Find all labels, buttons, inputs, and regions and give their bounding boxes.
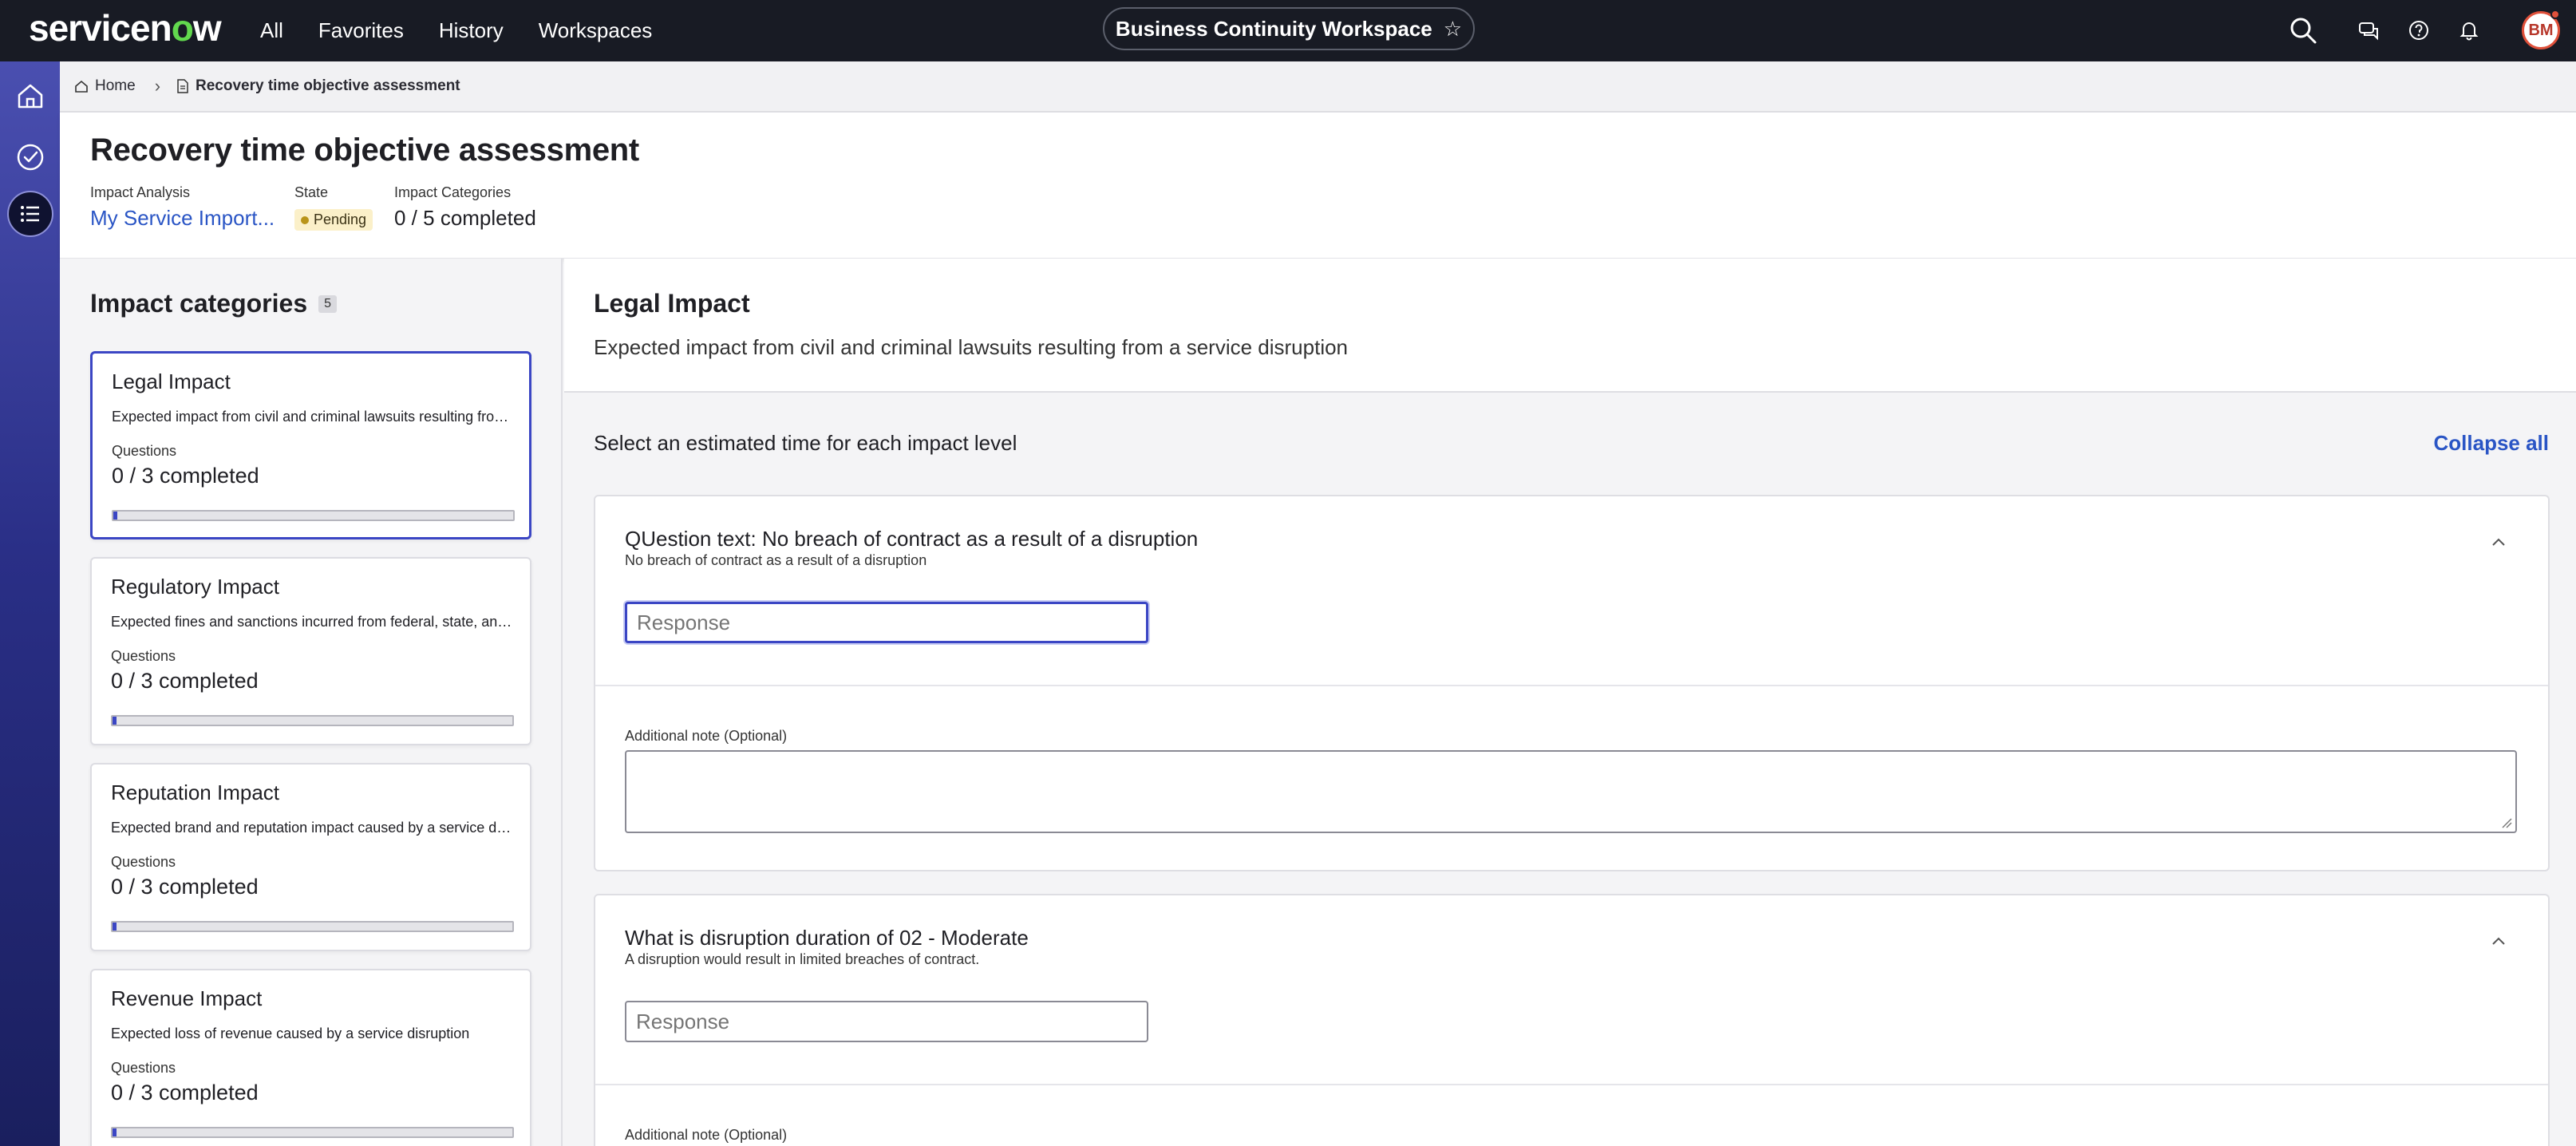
category-desc: Expected loss of revenue caused by a ser… [111,1025,470,1041]
breadcrumb-home[interactable]: Home [74,77,136,95]
impact-categories-panel: Impact categories 5 Legal Impact Expecte… [60,259,563,1146]
state-label: State [294,184,329,200]
presence-dot [2550,10,2560,19]
breadcrumb-home-label: Home [95,77,136,94]
note-label: Additional note (Optional) [625,1127,788,1143]
question-card: What is disruption duration of 02 - Mode… [594,894,2550,1146]
question-title: QUestion text: No breach of contract as … [625,527,1199,551]
progress-fill [113,717,117,725]
impact-analysis-link[interactable]: My Service Import... [90,206,275,231]
progress-bar [111,715,514,726]
workspace-name: Business Continuity Workspace [1115,16,1432,41]
category-card-revenue[interactable]: Revenue Impact Expected loss of revenue … [90,969,531,1146]
questions-label: Questions [111,854,176,870]
count-badge: 5 [318,294,338,313]
impact-categories-value: 0 / 5 completed [394,206,536,230]
resize-grip-icon[interactable] [2501,817,2512,828]
breadcrumb-current[interactable]: Recovery time objective assessment [176,77,460,95]
help-icon[interactable] [2403,14,2435,46]
category-desc: Expected brand and reputation impact cau… [111,820,514,836]
impact-analysis-label: Impact Analysis [90,184,191,200]
question-header: QUestion text: No breach of contract as … [595,496,2548,686]
search-icon[interactable] [2287,14,2319,46]
nav-link-favorites[interactable]: Favorites [318,18,404,43]
page-title: Recovery time objective assessment [90,132,639,168]
status-text: Pending [314,211,367,227]
questions-value: 0 / 3 completed [111,875,259,899]
document-icon [177,79,188,93]
question-subtitle: No breach of contract as a result of a d… [625,552,927,568]
category-desc: Expected fines and sanctions incurred fr… [111,614,514,630]
home-icon[interactable] [7,73,53,119]
questions-value: 0 / 3 completed [111,1081,259,1105]
impact-categories-label: Impact Categories [394,184,512,200]
breadcrumb: Home › Recovery time objective assessmen… [60,61,2576,113]
question-card: QUestion text: No breach of contract as … [594,495,2550,871]
impact-analysis-field: Impact Analysis My Service Import... [90,184,275,231]
question-subtitle: A disruption would result in limited bre… [625,951,980,967]
progress-fill [113,1128,117,1136]
questions-value: 0 / 3 completed [112,464,259,488]
workspace-pill[interactable]: Business Continuity Workspace ☆ [1103,7,1475,50]
left-rail [0,61,60,1146]
star-icon[interactable]: ☆ [1444,17,1462,41]
response-input[interactable] [625,602,1148,643]
nav-links: All Favorites History Workspaces [260,0,652,61]
additional-note-field[interactable] [625,750,2517,833]
questions-label: Questions [111,1060,176,1076]
breadcrumb-current-label: Recovery time objective assessment [196,77,460,94]
category-name: Regulatory Impact [111,575,279,599]
status-dot [301,215,309,224]
category-detail-title: Legal Impact [594,289,750,318]
state-field: State Pending [294,184,373,231]
nav-link-all[interactable]: All [260,18,283,43]
category-name: Reputation Impact [111,780,280,804]
chat-icon[interactable] [2353,14,2384,46]
progress-bar [111,1127,514,1138]
collapse-all-button[interactable]: Collapse all [2434,431,2550,456]
category-card-reputation[interactable]: Reputation Impact Expected brand and rep… [90,763,531,951]
progress-bar [112,510,515,521]
impact-categories-field: Impact Categories 0 / 5 completed [394,184,536,231]
questions-value: 0 / 3 completed [111,669,259,693]
record-header: Recovery time objective assessment Impac… [60,113,2576,259]
category-desc: Expected impact from civil and criminal … [112,409,515,425]
response-input[interactable] [625,1001,1148,1042]
questions-label: Questions [111,648,176,664]
chevron-up-icon[interactable] [2489,533,2508,552]
impact-categories-title: Impact categories [90,289,308,318]
progress-fill [113,512,117,520]
check-circle-icon[interactable] [7,134,53,180]
chevron-up-icon[interactable] [2489,932,2508,951]
category-card-regulatory[interactable]: Regulatory Impact Expected fines and san… [90,557,531,745]
bell-icon[interactable] [2453,14,2485,46]
impact-categories-heading: Impact categories 5 [90,289,338,318]
nav-link-workspaces[interactable]: Workspaces [539,18,653,43]
instruction-text: Select an estimated time for each impact… [594,431,1017,455]
category-detail-desc: Expected impact from civil and criminal … [594,335,1349,359]
nav-link-history[interactable]: History [439,18,504,43]
question-header: What is disruption duration of 02 - Mode… [595,895,2548,1085]
list-icon[interactable] [7,191,53,237]
category-name: Revenue Impact [111,986,263,1010]
progress-fill [113,923,117,931]
category-detail-panel: Legal Impact Expected impact from civil … [564,259,2576,1146]
category-card-legal[interactable]: Legal Impact Expected impact from civil … [90,351,531,539]
category-name: Legal Impact [112,369,231,393]
progress-bar [111,921,514,932]
note-label: Additional note (Optional) [625,728,788,744]
home-icon [75,80,88,93]
question-title: What is disruption duration of 02 - Mode… [625,926,1029,950]
status-badge: Pending [294,209,373,231]
chevron-right-icon: › [154,76,161,96]
servicenow-logo[interactable]: servicenow [29,6,222,49]
questions-label: Questions [112,443,177,459]
category-detail-header: Legal Impact Expected impact from civil … [564,259,2576,393]
top-nav: servicenow All Favorites History Workspa… [0,0,2576,61]
